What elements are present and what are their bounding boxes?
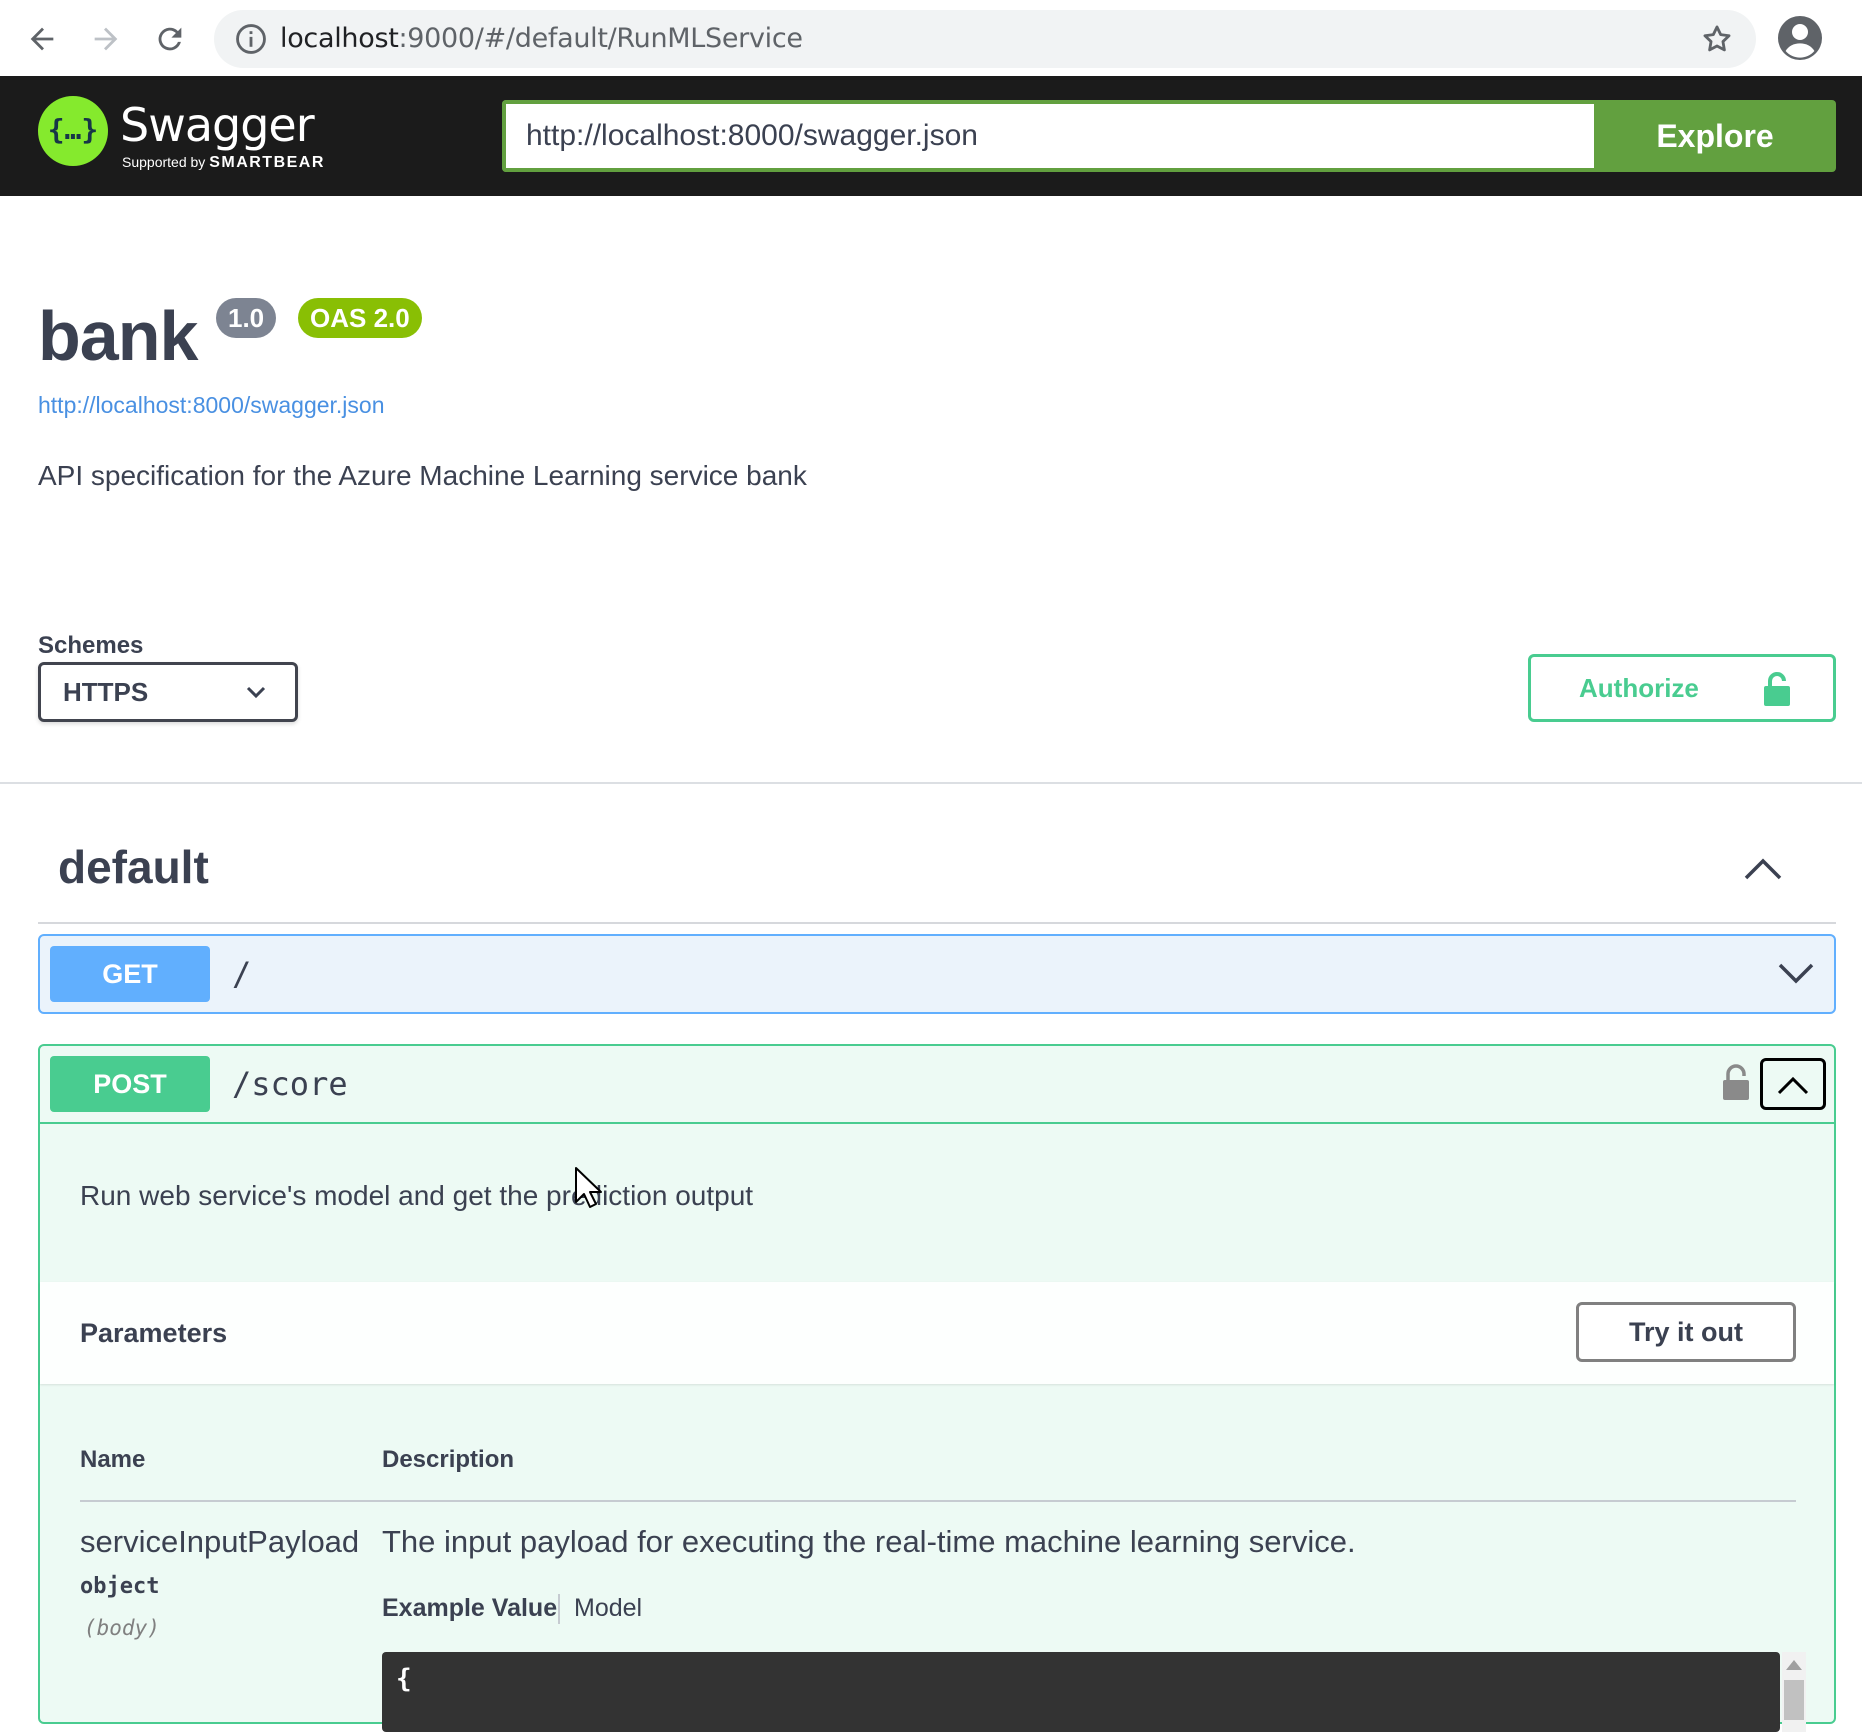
- tab-separator: [558, 1594, 560, 1624]
- tag-title[interactable]: default: [58, 840, 209, 894]
- column-header-description: Description: [382, 1446, 515, 1473]
- address-bar[interactable]: localhost:9000/#/default/RunMLService: [214, 10, 1756, 68]
- operation-path[interactable]: /score: [232, 1056, 348, 1112]
- swagger-logo-icon: {…}: [38, 96, 108, 166]
- collapse-operation-button[interactable]: [1760, 1058, 1826, 1110]
- spec-link[interactable]: http://localhost:8000/swagger.json: [38, 392, 385, 419]
- api-description: API specification for the Azure Machine …: [38, 460, 807, 491]
- parameters-header: Parameters Try it out: [40, 1282, 1834, 1384]
- schemes-select[interactable]: HTTPS: [38, 662, 298, 722]
- reload-icon[interactable]: [145, 14, 195, 64]
- version-badge: 1.0: [216, 298, 277, 338]
- authorize-label: Authorize: [1579, 673, 1699, 703]
- swagger-logo[interactable]: {…} Swagger Supported by SMARTBEAR: [38, 96, 338, 178]
- info-icon[interactable]: [234, 22, 268, 56]
- url-path: :9000/#/default/RunMLService: [398, 23, 804, 54]
- oas-badge: OAS 2.0: [298, 298, 422, 338]
- chevron-down-icon: [246, 686, 266, 699]
- table-header-divider: [80, 1500, 1796, 1502]
- parameter-name: serviceInputPayload: [80, 1524, 360, 1559]
- code-line: {: [396, 1664, 412, 1694]
- swagger-topbar: {…} Swagger Supported by SMARTBEAR http:…: [0, 76, 1862, 196]
- swagger-logo-subtitle: Supported by SMARTBEAR: [122, 154, 325, 171]
- address-url: localhost:9000/#/default/RunMLService: [280, 10, 803, 68]
- unlocked-lock-icon: [1764, 672, 1790, 706]
- forward-arrow-icon[interactable]: [81, 14, 131, 64]
- schemes-label: Schemes: [38, 632, 144, 659]
- mouse-cursor-icon: [575, 1167, 602, 1208]
- chevron-up-icon: [1777, 1076, 1809, 1095]
- spec-url-input[interactable]: http://localhost:8000/swagger.json: [502, 100, 1594, 172]
- try-it-out-button[interactable]: Try it out: [1576, 1302, 1796, 1362]
- api-title: bank: [38, 297, 198, 375]
- operation-header-divider: [40, 1122, 1834, 1124]
- url-host: localhost: [280, 23, 399, 54]
- swagger-logo-title: Swagger: [120, 98, 315, 152]
- authorize-button[interactable]: Authorize: [1528, 654, 1836, 722]
- tab-example-value[interactable]: Example Value: [382, 1594, 557, 1623]
- column-header-name: Name: [80, 1446, 146, 1473]
- chevron-up-icon[interactable]: [1740, 850, 1786, 886]
- scroll-up-arrow-icon[interactable]: [1786, 1660, 1802, 1670]
- operation-get-root[interactable]: GET /: [38, 934, 1836, 1014]
- operation-post-score: POST /score Run web service's model and …: [38, 1044, 1836, 1732]
- operation-summary: Run web service's model and get the pred…: [80, 1180, 754, 1211]
- scroll-thumb[interactable]: [1784, 1680, 1804, 1720]
- parameter-location: (body): [84, 1616, 160, 1640]
- parameter-type: object: [80, 1574, 160, 1599]
- chevron-down-icon[interactable]: [1776, 956, 1816, 988]
- tab-model[interactable]: Model: [574, 1594, 642, 1623]
- star-icon[interactable]: [1700, 22, 1734, 56]
- parameter-description: The input payload for executing the real…: [382, 1524, 1356, 1559]
- example-value-code[interactable]: {: [382, 1652, 1780, 1732]
- profile-icon[interactable]: [1776, 14, 1824, 62]
- parameters-title: Parameters: [80, 1318, 228, 1348]
- schemes-selected-value: HTTPS: [63, 677, 149, 707]
- method-badge-post[interactable]: POST: [50, 1056, 210, 1112]
- code-scrollbar[interactable]: [1782, 1652, 1806, 1732]
- method-badge-get: GET: [50, 946, 210, 1002]
- spec-url-value: http://localhost:8000/swagger.json: [526, 119, 978, 152]
- lock-icon[interactable]: [1720, 1062, 1752, 1102]
- back-arrow-icon[interactable]: [17, 14, 67, 64]
- section-divider: [0, 782, 1862, 784]
- explore-button[interactable]: Explore: [1594, 100, 1836, 172]
- tag-underline: [38, 922, 1836, 924]
- operation-path: /: [232, 955, 252, 993]
- browser-toolbar: localhost:9000/#/default/RunMLService: [0, 0, 1862, 76]
